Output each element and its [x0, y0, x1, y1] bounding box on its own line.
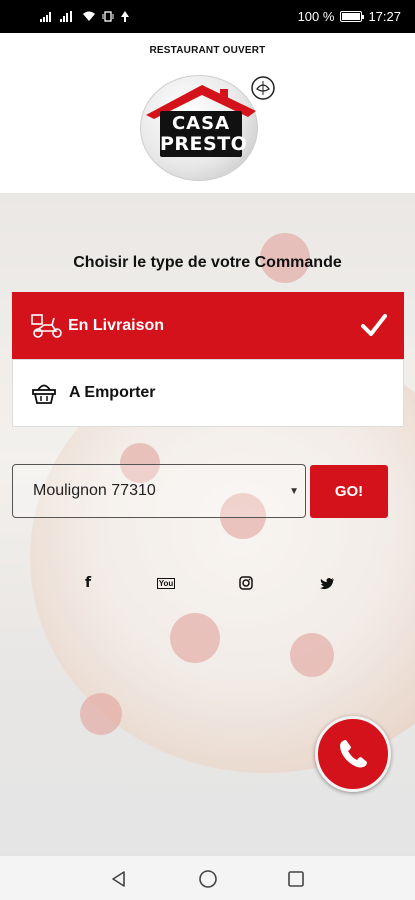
navigation-bar [0, 855, 415, 900]
instagram-glyph [239, 576, 253, 590]
status-icons-right: 100 % 17:27 [298, 9, 401, 24]
social-links: f You [0, 573, 415, 593]
nav-arrow-icon [121, 11, 129, 22]
facebook-icon[interactable]: f [78, 573, 98, 593]
city-select-value: Moulignon 77310 [33, 482, 156, 499]
wifi-icon [83, 11, 95, 21]
battery-icon [340, 11, 365, 22]
restaurant-status: RESTAURANT OUVERT [149, 45, 266, 56]
status-bar: 100 % 17:27 [0, 0, 415, 33]
delivery-option-label: En Livraison [68, 317, 165, 334]
city-select[interactable]: Moulignon 77310 ▼ [12, 464, 306, 518]
battery-level [342, 13, 361, 20]
takeaway-option[interactable]: A Emporter [12, 359, 404, 427]
logo-text-line1: CASA [171, 113, 231, 134]
recents-icon[interactable] [285, 868, 307, 890]
signal-icon [40, 12, 51, 22]
header: RESTAURANT OUVERT CASA PRESTO [0, 33, 415, 193]
chef-badge-icon [251, 76, 275, 100]
check-icon [361, 314, 387, 336]
vibrate-icon [102, 11, 114, 22]
logo[interactable]: CASA PRESTO [138, 71, 278, 183]
basket-icon [31, 379, 67, 407]
clock: 17:27 [368, 9, 401, 24]
hero-background: Choisir le type de votre Commande En Liv… [0, 193, 415, 855]
status-icons-left [40, 11, 130, 22]
signal-2-icon [60, 11, 72, 22]
facebook-letter: f [84, 575, 92, 591]
logo-text-line2: PRESTO [160, 133, 248, 155]
youtube-icon[interactable]: You [156, 573, 176, 593]
caret-down-icon: ▼ [289, 486, 299, 497]
call-button[interactable] [315, 716, 391, 792]
home-icon[interactable] [197, 868, 219, 890]
go-button[interactable]: GO! [310, 465, 388, 518]
logo-banner: CASA PRESTO [160, 111, 248, 157]
order-type-title: Choisir le type de votre Commande [73, 254, 342, 271]
twitter-bird-glyph [319, 577, 334, 589]
delivery-scooter-icon [30, 312, 66, 340]
twitter-icon[interactable] [317, 573, 337, 593]
youtube-text: You [156, 577, 176, 589]
battery-percent: 100 % [297, 9, 335, 24]
back-icon[interactable] [108, 868, 130, 890]
instagram-icon[interactable] [236, 573, 256, 593]
takeaway-option-label: A Emporter [69, 384, 156, 401]
phone-icon [340, 740, 367, 768]
delivery-option[interactable]: En Livraison [12, 292, 404, 360]
